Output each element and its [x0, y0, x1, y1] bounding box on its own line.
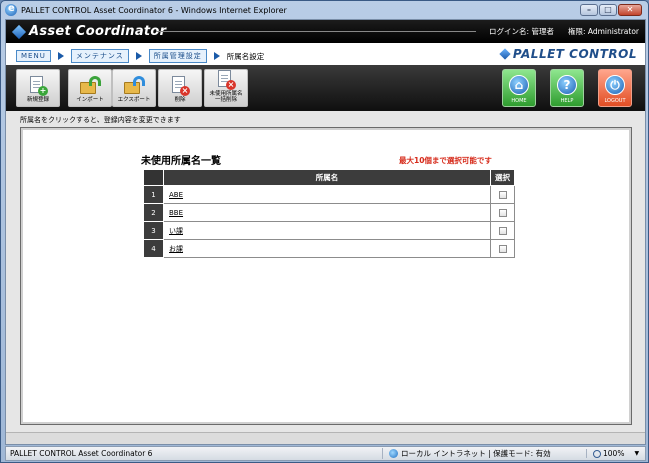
app-name: Asset Coordinator — [29, 24, 167, 39]
delete-button[interactable]: × 削除 — [158, 69, 202, 107]
edit-hint: 所属名をクリックすると、登録内容を変更できます — [20, 116, 181, 124]
new-register-button[interactable]: + 新規登録 — [16, 69, 60, 107]
table-row: 3 い課 — [143, 221, 515, 240]
maximize-button[interactable]: □ — [599, 4, 617, 16]
row-number-header — [143, 169, 164, 186]
select-checkbox[interactable] — [498, 226, 507, 235]
zoom-level: 100% — [603, 449, 625, 458]
delete-icon: × — [169, 76, 191, 97]
app-logo-icon — [11, 24, 27, 39]
zoom-dropdown-icon: ▼ — [634, 450, 640, 457]
app-header: Asset Coordinator ログイン名: 管理者 権限: Adminis… — [6, 20, 645, 43]
affiliation-name-link[interactable]: BBE — [169, 209, 183, 217]
select-cell — [490, 239, 515, 258]
row-number: 1 — [143, 185, 164, 204]
bulk-delete-label: 未使用所属名 一括削除 — [209, 91, 243, 104]
export-label: エクスポート — [117, 97, 151, 104]
close-button[interactable]: ✕ — [618, 4, 642, 16]
login-name: ログイン名: 管理者 — [489, 27, 554, 36]
zone-text: ローカル イントラネット | 保護モード: 有効 — [401, 449, 551, 458]
breadcrumb-row: MENU メンテナンス 所属管理設定 所属名設定 PALLET CONTROL — [6, 43, 645, 65]
internet-explorer-icon — [5, 3, 17, 16]
home-label: HOME — [511, 98, 527, 104]
home-button[interactable]: ⌂ HOME — [502, 69, 536, 107]
bottom-bar — [6, 432, 645, 444]
help-button[interactable]: ? HELP — [550, 69, 584, 107]
bulk-delete-button[interactable]: × 未使用所属名 一括削除 — [204, 69, 248, 107]
window-title: PALLET CONTROL Asset Coordinator 6 - Win… — [21, 5, 287, 15]
export-icon — [123, 76, 145, 96]
affiliation-name-cell: ABE — [163, 185, 491, 204]
breadcrumb-maintenance[interactable]: メンテナンス — [70, 49, 129, 63]
table-row: 2 BBE — [143, 203, 515, 222]
affiliation-name-cell: BBE — [163, 203, 491, 222]
page-title: 未使用所属名一覧 — [141, 156, 221, 167]
intranet-globe-icon — [389, 449, 398, 458]
export-button[interactable]: エクスポート — [112, 69, 156, 107]
breadcrumb: MENU メンテナンス 所属管理設定 所属名設定 — [16, 49, 264, 63]
browser-content: Asset Coordinator ログイン名: 管理者 権限: Adminis… — [5, 19, 646, 445]
header-divider — [156, 31, 476, 32]
select-checkbox[interactable] — [498, 244, 507, 253]
status-text: PALLET CONTROL Asset Coordinator 6 — [10, 449, 153, 458]
affiliation-name-link[interactable]: お課 — [169, 245, 183, 253]
select-checkbox[interactable] — [498, 208, 507, 217]
breadcrumb-current: 所属名設定 — [226, 51, 265, 61]
affiliation-name-header: 所属名 — [163, 169, 491, 186]
affiliation-name-link[interactable]: ABE — [169, 191, 183, 199]
select-cell — [490, 185, 515, 204]
user-info: ログイン名: 管理者 権限: Administrator — [489, 26, 639, 37]
affiliation-name-link[interactable]: い課 — [169, 227, 183, 235]
table-header-row: 所属名 選択 — [143, 169, 515, 186]
select-cell — [490, 221, 515, 240]
logout-label: LOGOUT — [604, 98, 626, 104]
new-document-icon: + — [27, 76, 49, 97]
main-content: 所属名をクリックすると、登録内容を変更できます 未使用所属名一覧 最大10個まで… — [6, 111, 645, 444]
new-register-label: 新規登録 — [26, 97, 49, 104]
toolbar: + 新規登録 インポート エクスポート × 削除 × 未使用所属名 一括削除 ⌂ — [6, 65, 645, 111]
security-zone[interactable]: ローカル イントラネット | 保護モード: 有効 — [382, 448, 586, 459]
logout-icon: ⏻ — [605, 75, 625, 95]
brand-name: PALLET CONTROL — [512, 47, 637, 61]
role-label: 権限: Administrator — [567, 27, 639, 36]
import-label: インポート — [76, 97, 104, 104]
breadcrumb-menu[interactable]: MENU — [16, 50, 51, 62]
breadcrumb-arrow-icon — [135, 52, 142, 60]
zoom-magnifier-icon — [593, 449, 601, 458]
import-icon — [79, 76, 101, 96]
home-icon: ⌂ — [509, 75, 529, 95]
unused-affiliation-table: 所属名 選択 1 ABE 2 BBE 3 い課 4 お課 — [143, 169, 515, 258]
list-panel: 未使用所属名一覧 最大10個まで選択可能です 所属名 選択 1 ABE 2 BB… — [20, 127, 632, 425]
affiliation-name-cell: お課 — [163, 239, 491, 258]
import-button[interactable]: インポート — [68, 69, 112, 107]
affiliation-name-cell: い課 — [163, 221, 491, 240]
breadcrumb-affiliation-settings[interactable]: 所属管理設定 — [148, 49, 207, 63]
delete-label: 削除 — [174, 97, 186, 104]
table-row: 4 お課 — [143, 239, 515, 258]
breadcrumb-arrow-icon — [213, 52, 220, 60]
title-bar: PALLET CONTROL Asset Coordinator 6 - Win… — [3, 3, 646, 17]
select-cell — [490, 203, 515, 222]
select-checkbox[interactable] — [498, 190, 507, 199]
browser-window: PALLET CONTROL Asset Coordinator 6 - Win… — [0, 0, 649, 463]
brand-diamond-icon — [499, 48, 511, 60]
breadcrumb-arrow-icon — [57, 52, 64, 60]
zoom-control[interactable]: 100% ▼ — [586, 449, 639, 458]
table-row: 1 ABE — [143, 185, 515, 204]
row-number: 3 — [143, 221, 164, 240]
status-bar: PALLET CONTROL Asset Coordinator 6 ローカル … — [5, 446, 646, 461]
help-icon: ? — [557, 75, 577, 95]
selection-limit-note: 最大10個まで選択可能です — [399, 156, 492, 165]
row-number: 4 — [143, 239, 164, 258]
help-label: HELP — [560, 98, 574, 104]
logout-button[interactable]: ⏻ LOGOUT — [598, 69, 632, 107]
window-controls: – □ ✕ — [580, 4, 642, 16]
bulk-delete-icon: × — [215, 70, 237, 91]
minimize-button[interactable]: – — [580, 4, 598, 16]
select-header: 選択 — [490, 169, 515, 186]
row-number: 2 — [143, 203, 164, 222]
brand-logo: PALLET CONTROL — [499, 47, 637, 61]
